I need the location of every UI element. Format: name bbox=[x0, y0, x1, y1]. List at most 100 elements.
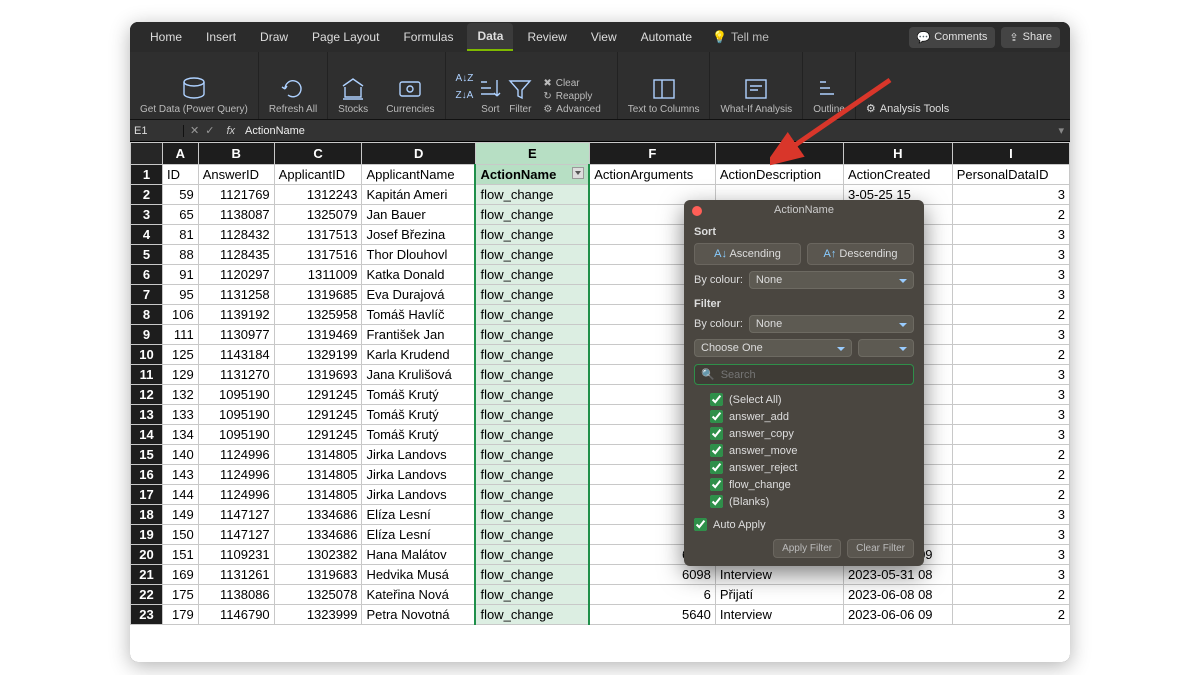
cell[interactable]: Tomáš Krutý bbox=[362, 425, 476, 445]
apply-filter-button[interactable]: Apply Filter bbox=[773, 539, 841, 558]
cell[interactable]: 3 bbox=[952, 285, 1069, 305]
cell[interactable]: 129 bbox=[163, 365, 199, 385]
cell[interactable]: 3 bbox=[952, 365, 1069, 385]
reapply-filter[interactable]: ↻ Reapply bbox=[543, 91, 600, 102]
cell[interactable]: Jirka Landovs bbox=[362, 445, 476, 465]
cell[interactable]: 3 bbox=[952, 545, 1069, 565]
auto-apply-checkbox[interactable] bbox=[694, 518, 707, 531]
cell[interactable]: 1334686 bbox=[274, 505, 362, 525]
cell[interactable]: flow_change bbox=[475, 205, 589, 225]
cell[interactable]: 1329199 bbox=[274, 345, 362, 365]
cell[interactable]: 3 bbox=[952, 505, 1069, 525]
cell[interactable]: 1147127 bbox=[198, 525, 274, 545]
cell[interactable]: flow_change bbox=[475, 385, 589, 405]
cell[interactable]: 1139192 bbox=[198, 305, 274, 325]
clear-filter-button[interactable]: Clear Filter bbox=[847, 539, 914, 558]
row-header[interactable]: 9 bbox=[131, 325, 163, 345]
cell[interactable]: ID bbox=[163, 165, 199, 185]
cell[interactable]: 3 bbox=[952, 185, 1069, 205]
cell[interactable]: 1312243 bbox=[274, 185, 362, 205]
cell[interactable]: ActionDescription bbox=[715, 165, 843, 185]
column-header-F[interactable]: F bbox=[589, 143, 715, 165]
cell[interactable]: 5640 bbox=[589, 605, 715, 625]
cancel-icon[interactable]: ✕ bbox=[190, 124, 199, 137]
cell[interactable]: flow_change bbox=[475, 305, 589, 325]
cell[interactable]: ActionArguments bbox=[589, 165, 715, 185]
share-button[interactable]: ⇪ Share bbox=[1001, 27, 1060, 48]
filter-option[interactable]: answer_add bbox=[710, 408, 914, 425]
column-header-E[interactable]: E bbox=[475, 143, 589, 165]
currencies-button[interactable]: Currencies bbox=[386, 76, 434, 115]
cell[interactable]: 111 bbox=[163, 325, 199, 345]
group-get-data[interactable]: Get Data (Power Query) bbox=[130, 52, 259, 119]
cell[interactable]: 1314805 bbox=[274, 445, 362, 465]
cell[interactable]: 81 bbox=[163, 225, 199, 245]
cell[interactable]: Josef Březina bbox=[362, 225, 476, 245]
filter-option-checkbox[interactable] bbox=[710, 393, 723, 406]
filter-option-checkbox[interactable] bbox=[710, 444, 723, 457]
cell[interactable]: 1291245 bbox=[274, 405, 362, 425]
row-header[interactable]: 7 bbox=[131, 285, 163, 305]
cell[interactable]: 175 bbox=[163, 585, 199, 605]
cell[interactable]: Katka Donald bbox=[362, 265, 476, 285]
cell[interactable]: 1109231 bbox=[198, 545, 274, 565]
filter-condition-select[interactable]: Choose One bbox=[694, 339, 852, 357]
filter-option[interactable]: flow_change bbox=[710, 476, 914, 493]
cell[interactable]: 3 bbox=[952, 425, 1069, 445]
cell[interactable]: 134 bbox=[163, 425, 199, 445]
cell[interactable]: 1147127 bbox=[198, 505, 274, 525]
cell[interactable]: flow_change bbox=[475, 245, 589, 265]
tab-data[interactable]: Data bbox=[467, 23, 513, 51]
cell[interactable]: Tomáš Krutý bbox=[362, 385, 476, 405]
column-header-I[interactable]: I bbox=[952, 143, 1069, 165]
filter-option-checkbox[interactable] bbox=[710, 410, 723, 423]
sort-ascending-button[interactable]: A↓ Ascending bbox=[694, 243, 801, 265]
filter-value-select[interactable] bbox=[858, 339, 914, 357]
cell[interactable]: 1291245 bbox=[274, 425, 362, 445]
cell[interactable]: 179 bbox=[163, 605, 199, 625]
cell[interactable]: 1120297 bbox=[198, 265, 274, 285]
cell[interactable]: 3 bbox=[952, 325, 1069, 345]
cell[interactable]: 3 bbox=[952, 245, 1069, 265]
cell[interactable]: Přijatí bbox=[715, 585, 843, 605]
cell[interactable]: ApplicantName bbox=[362, 165, 476, 185]
cell[interactable]: 2023-05-31 08 bbox=[843, 565, 952, 585]
cell[interactable]: 1131270 bbox=[198, 365, 274, 385]
row-header[interactable]: 15 bbox=[131, 445, 163, 465]
filter-colour-select[interactable]: None bbox=[749, 315, 914, 333]
cell[interactable]: 144 bbox=[163, 485, 199, 505]
cell[interactable]: 3 bbox=[952, 265, 1069, 285]
cell[interactable]: Interview bbox=[715, 605, 843, 625]
cell[interactable]: 143 bbox=[163, 465, 199, 485]
cell[interactable]: 1325078 bbox=[274, 585, 362, 605]
cell[interactable]: 1128432 bbox=[198, 225, 274, 245]
cell[interactable]: ActionCreated bbox=[843, 165, 952, 185]
cell[interactable]: 3 bbox=[952, 525, 1069, 545]
cell[interactable]: 1138086 bbox=[198, 585, 274, 605]
advanced-filter[interactable]: ⚙ Advanced bbox=[543, 104, 600, 115]
cell[interactable]: 1319683 bbox=[274, 565, 362, 585]
cell[interactable]: 1130977 bbox=[198, 325, 274, 345]
cell[interactable]: 1319693 bbox=[274, 365, 362, 385]
cell[interactable]: flow_change bbox=[475, 185, 589, 205]
row-header[interactable]: 11 bbox=[131, 365, 163, 385]
tab-view[interactable]: View bbox=[581, 24, 627, 50]
cell[interactable]: ActionName bbox=[475, 165, 589, 185]
cell[interactable]: Kapitán Ameri bbox=[362, 185, 476, 205]
column-header-A[interactable]: A bbox=[163, 143, 199, 165]
cell[interactable]: 2023-06-08 08 bbox=[843, 585, 952, 605]
stocks-button[interactable]: Stocks bbox=[338, 76, 368, 115]
cell[interactable]: flow_change bbox=[475, 425, 589, 445]
cell[interactable]: 2 bbox=[952, 465, 1069, 485]
filter-search-input[interactable] bbox=[721, 369, 907, 381]
tell-me[interactable]: 💡 Tell me bbox=[712, 30, 769, 44]
close-icon[interactable] bbox=[692, 206, 702, 216]
cell[interactable]: 1121769 bbox=[198, 185, 274, 205]
row-header[interactable]: 5 bbox=[131, 245, 163, 265]
filter-option[interactable]: (Select All) bbox=[710, 391, 914, 408]
row-header[interactable]: 6 bbox=[131, 265, 163, 285]
cell[interactable]: flow_change bbox=[475, 525, 589, 545]
tab-draw[interactable]: Draw bbox=[250, 24, 298, 50]
column-header-D[interactable]: D bbox=[362, 143, 476, 165]
cell[interactable]: 88 bbox=[163, 245, 199, 265]
